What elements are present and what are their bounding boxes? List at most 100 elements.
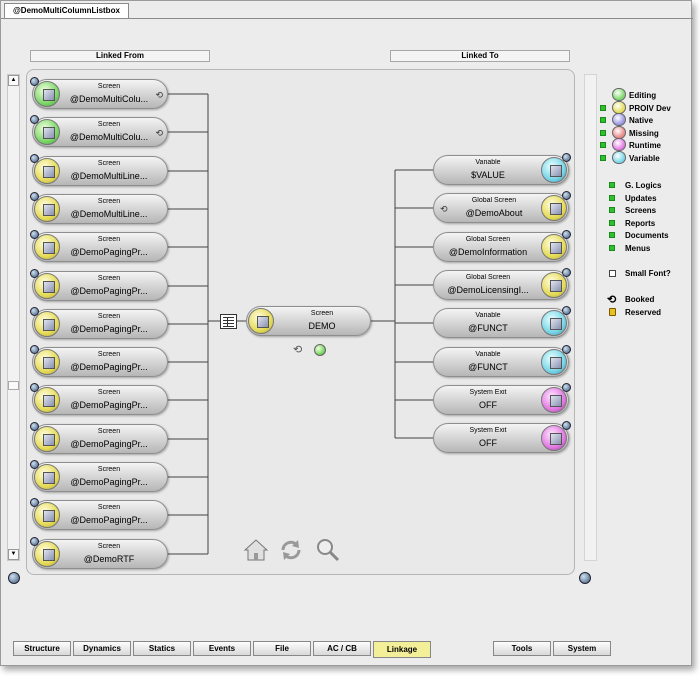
filter-label: Updates [625, 193, 657, 203]
linked-to-node[interactable]: System Exit OFF [433, 383, 571, 415]
small-font-checkbox[interactable] [609, 270, 616, 277]
refresh-icon[interactable] [278, 537, 304, 563]
linked-to-node[interactable]: System Exit OFF [433, 421, 571, 453]
node-type: Screen [97, 236, 121, 243]
node-name: @DemoPagingPr... [70, 400, 148, 410]
tab-structure[interactable]: Structure [13, 641, 71, 656]
center-status-icon [314, 344, 326, 356]
legend-toggle[interactable] [600, 117, 606, 124]
tab-linkage[interactable]: Linkage [373, 641, 431, 658]
filter-label: Reports [625, 218, 656, 228]
filter-toggle[interactable] [609, 219, 615, 226]
tab-events[interactable]: Events [193, 641, 251, 656]
info-icon[interactable] [30, 383, 39, 392]
legend-toggle[interactable] [600, 155, 606, 161]
grid-icon[interactable] [220, 314, 237, 329]
center-node[interactable]: Screen DEMO [246, 306, 371, 336]
info-icon[interactable] [562, 191, 571, 200]
node-name: @DemoPagingPr... [70, 324, 148, 334]
screen-ball-icon [34, 464, 60, 490]
linked-to-node[interactable]: Global Screen @DemoLicensingI... [433, 268, 571, 300]
tab-file[interactable]: File [253, 641, 311, 656]
screen-ball-icon [34, 541, 60, 567]
linked-from-node[interactable]: Screen @DemoRTF [30, 537, 168, 569]
info-icon[interactable] [562, 383, 571, 392]
legend-color-icon [612, 151, 626, 164]
node-type: Screen [97, 275, 121, 282]
linked-from-node[interactable]: Screen @DemoMultiColu... ⟲ [30, 77, 168, 109]
linked-from-node[interactable]: Screen @DemoMultiLine... [30, 192, 168, 224]
screen-ball-icon [34, 158, 60, 184]
linked-from-node[interactable]: Screen @DemoPagingPr... [30, 498, 168, 530]
info-icon[interactable] [30, 345, 39, 354]
info-icon[interactable] [30, 192, 39, 201]
linked-from-node[interactable]: Screen @DemoMultiLine... [30, 154, 168, 186]
node-type: Screen [97, 351, 121, 358]
info-icon[interactable] [30, 269, 39, 278]
filter-toggle[interactable] [609, 194, 615, 201]
info-icon[interactable] [562, 306, 571, 315]
magnifier-icon[interactable] [314, 537, 340, 563]
node-name: $VALUE [471, 170, 505, 180]
linked-from-node[interactable]: Screen @DemoPagingPr... [30, 383, 168, 415]
info-icon[interactable] [30, 230, 39, 239]
info-icon[interactable] [30, 154, 39, 163]
linked-to-node[interactable]: Variable @FUNCT [433, 306, 571, 338]
screen-ball-icon [34, 119, 60, 145]
tab-statics[interactable]: Statics [133, 641, 191, 656]
info-icon[interactable] [30, 498, 39, 507]
linked-to-node[interactable]: Variable @FUNCT [433, 345, 571, 377]
home-icon[interactable] [243, 537, 269, 563]
tab-system[interactable]: System [553, 641, 611, 656]
linked-from-node[interactable]: Screen @DemoPagingPr... [30, 230, 168, 262]
node-type: Global Screen [465, 236, 511, 243]
tab-tools[interactable]: Tools [493, 641, 551, 656]
info-icon[interactable] [562, 153, 571, 162]
info-icon[interactable] [562, 268, 571, 277]
info-icon[interactable] [30, 537, 39, 546]
linked-from-node[interactable]: Screen @DemoPagingPr... [30, 422, 168, 454]
legend-label: PROIV Dev [629, 103, 671, 113]
linked-to-node[interactable]: Global Screen @DemoInformation [433, 230, 571, 262]
node-type: Screen [97, 83, 121, 90]
node-name: @DemoPagingPr... [70, 247, 148, 257]
info-icon[interactable] [30, 115, 39, 124]
tab-dynamics[interactable]: Dynamics [73, 641, 131, 656]
node-name: @DemoPagingPr... [70, 286, 148, 296]
info-icon[interactable] [30, 307, 39, 316]
legend-toggle[interactable] [600, 129, 606, 136]
legend-toggle[interactable] [600, 142, 606, 149]
info-icon[interactable] [30, 460, 39, 469]
screen-ball-icon [34, 311, 60, 337]
info-icon[interactable] [30, 422, 39, 431]
screen-ball-icon [34, 387, 60, 413]
info-icon[interactable] [30, 77, 39, 86]
linked-from-node[interactable]: Screen @DemoMultiColu... ⟲ [30, 115, 168, 147]
legend-toggle[interactable] [600, 104, 606, 111]
reserved-label: Reserved [625, 308, 662, 317]
info-icon[interactable] [562, 230, 571, 239]
node-name: @DemoPagingPr... [70, 515, 148, 525]
linked-from-node[interactable]: Screen @DemoPagingPr... [30, 269, 168, 301]
filter-toggle[interactable] [609, 232, 615, 239]
node-type: Screen [97, 313, 121, 320]
linked-to-node[interactable]: Global Screen @DemoAbout ⟲ [433, 191, 571, 223]
small-font-label: Small Font? [625, 269, 671, 278]
linked-from-node[interactable]: Screen @DemoPagingPr... [30, 460, 168, 492]
booked-icon: ⟲ [155, 90, 163, 100]
node-name: @DemoLicensingI... [447, 285, 529, 295]
legend-color-icon [612, 88, 626, 101]
info-icon[interactable] [562, 421, 571, 430]
filter-toggle[interactable] [609, 207, 615, 214]
filter-toggle[interactable] [609, 182, 615, 188]
legend-label: Native [629, 116, 654, 126]
linked-from-node[interactable]: Screen @DemoPagingPr... [30, 345, 168, 377]
linked-to-node[interactable]: Variable $VALUE [433, 153, 571, 185]
info-icon[interactable] [562, 345, 571, 354]
tab-ac-cb[interactable]: AC / CB [313, 641, 371, 656]
node-name: @DemoPagingPr... [70, 439, 148, 449]
filter-label: Screens [625, 206, 657, 216]
node-name: @DemoAbout [465, 208, 523, 218]
linked-from-node[interactable]: Screen @DemoPagingPr... [30, 307, 168, 339]
filter-toggle[interactable] [609, 245, 615, 251]
